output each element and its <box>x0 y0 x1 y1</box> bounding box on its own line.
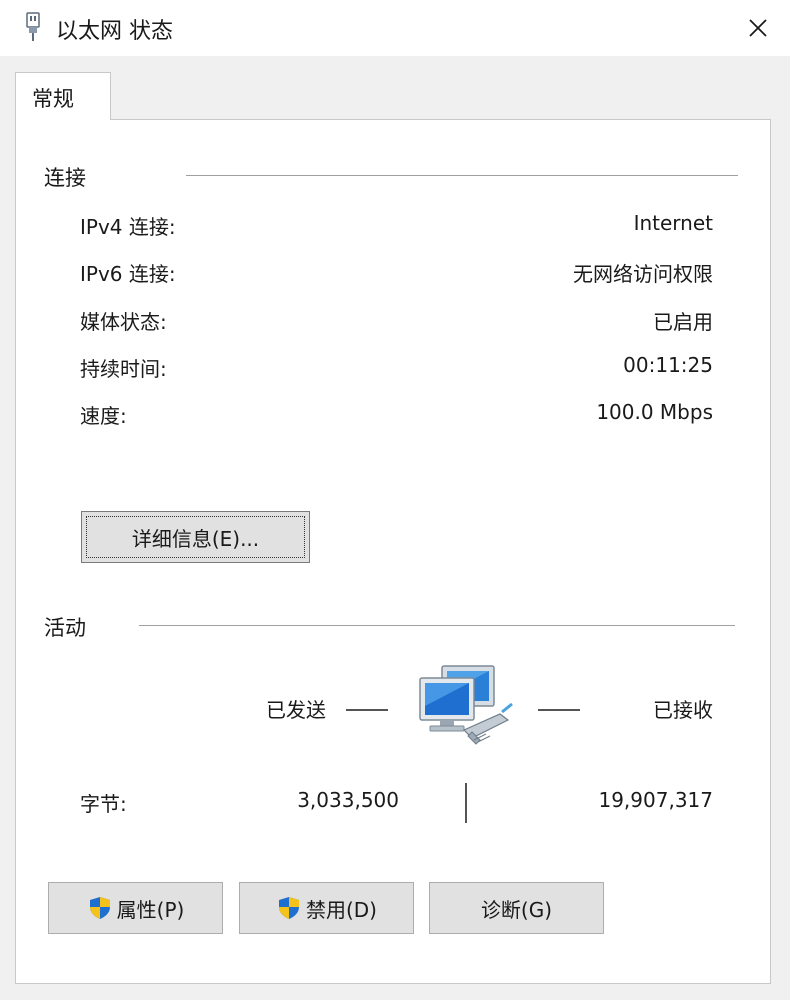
bytes-sent-value: 3,033,500 <box>297 788 399 812</box>
sent-label: 已发送 <box>266 698 326 722</box>
disable-button[interactable]: 禁用(D) <box>239 882 414 934</box>
focus-rectangle <box>86 516 305 558</box>
properties-button[interactable]: 属性(P) <box>48 882 223 934</box>
ipv4-label: IPv4 连接: <box>80 215 176 239</box>
media-state-label: 媒体状态: <box>80 310 167 334</box>
received-dash <box>538 709 580 711</box>
connection-group-divider <box>186 175 738 176</box>
bytes-separator <box>465 783 467 823</box>
dialog-client-area: 常规 连接 IPv4 连接: Internet IPv6 连接: 无网络访问权限… <box>0 56 790 1000</box>
bytes-label: 字节: <box>80 792 127 816</box>
media-state-value: 已启用 <box>653 310 713 334</box>
tab-panel-general: 连接 IPv4 连接: Internet IPv6 连接: 无网络访问权限 媒体… <box>15 119 771 984</box>
received-label: 已接收 <box>653 698 713 722</box>
duration-value: 00:11:25 <box>623 353 713 377</box>
properties-button-label: 属性(P) <box>116 897 185 922</box>
tab-general[interactable]: 常规 <box>15 72 111 120</box>
duration-label: 持续时间: <box>80 357 167 381</box>
diagnose-button[interactable]: 诊断(G) <box>429 882 604 934</box>
network-adapter-icon <box>26 12 40 41</box>
sent-dash <box>346 709 388 711</box>
title-bar: 以太网 状态 <box>0 0 790 56</box>
network-computers-icon <box>419 665 513 745</box>
close-icon <box>749 19 767 37</box>
uac-shield-icon <box>278 897 299 919</box>
ipv6-value: 无网络访问权限 <box>573 262 713 286</box>
ipv4-value: Internet <box>633 211 713 235</box>
activity-group-title: 活动 <box>44 616 86 640</box>
speed-label: 速度: <box>80 404 127 428</box>
bytes-received-value: 19,907,317 <box>598 788 713 812</box>
close-button[interactable] <box>738 8 778 48</box>
diagnose-button-label: 诊断(G) <box>480 897 553 922</box>
disable-button-label: 禁用(D) <box>305 897 377 922</box>
activity-group-divider <box>139 625 735 626</box>
ipv6-label: IPv6 连接: <box>80 262 176 286</box>
window-title: 以太网 状态 <box>56 19 173 44</box>
connection-group-title: 连接 <box>44 166 86 190</box>
tab-general-label: 常规 <box>32 87 74 111</box>
details-button[interactable]: 详细信息(E)... <box>81 511 310 563</box>
uac-shield-icon <box>89 897 110 919</box>
speed-value: 100.0 Mbps <box>596 400 713 424</box>
